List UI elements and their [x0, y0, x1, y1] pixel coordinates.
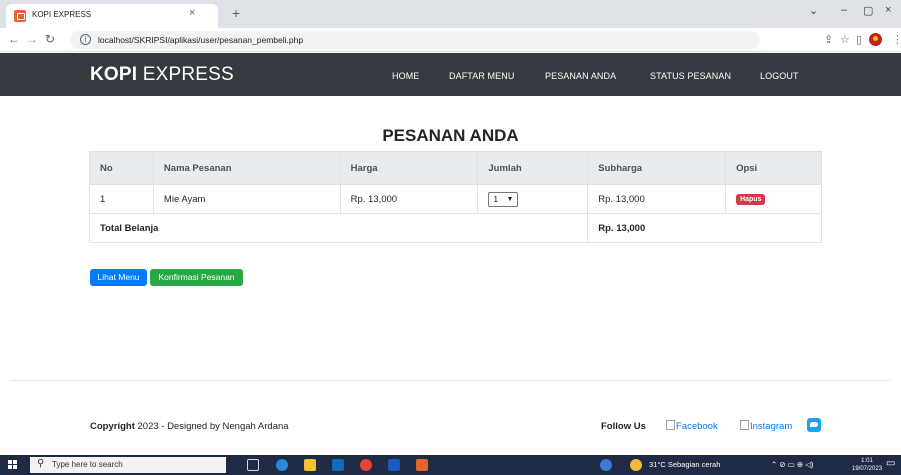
file-explorer-icon[interactable]: [304, 459, 316, 471]
orders-table: No Nama Pesanan Harga Jumlah Subharga Op…: [88, 151, 822, 243]
kebab-menu-icon[interactable]: ⋮: [892, 33, 901, 46]
broken-image-icon: [666, 420, 675, 430]
window-close-icon[interactable]: ×: [885, 4, 891, 16]
cell-harga: Rp. 13,000: [339, 184, 479, 214]
facebook-alt: Facebook: [676, 421, 718, 432]
profile-avatar-icon[interactable]: [869, 33, 882, 46]
tab-close-icon[interactable]: ×: [189, 7, 195, 19]
maximize-icon[interactable]: ▢: [863, 4, 873, 17]
taskbar-search-placeholder: Type here to search: [52, 460, 123, 469]
cell-no: 1: [89, 184, 154, 214]
weather-icon[interactable]: [630, 459, 642, 471]
url-field[interactable]: i localhost/SKRIPSI/aplikasi/user/pesana…: [70, 31, 760, 49]
clock-time: 1:01: [861, 458, 873, 464]
brand-logo[interactable]: KOPI EXPRESS: [90, 64, 234, 86]
notification-icon[interactable]: ▭: [886, 458, 895, 469]
browser-tab-strip: KOPI EXPRESS × + ⌄ – ▢ ×: [0, 0, 901, 28]
instagram-alt: Instagram: [750, 421, 793, 432]
nav-pesanan-anda[interactable]: PESANAN ANDA: [545, 71, 616, 81]
mail-icon[interactable]: [332, 459, 344, 471]
cell-nama: Mie Ayam: [152, 184, 341, 214]
copyright-text: Copyright 2023 - Designed by Nengah Arda…: [90, 421, 289, 432]
word-icon[interactable]: [388, 459, 400, 471]
table-header-row: No Nama Pesanan Harga Jumlah Subharga Op…: [89, 151, 822, 185]
back-arrow-icon[interactable]: ←: [8, 32, 20, 46]
cell-opsi: Hapus: [725, 184, 822, 214]
footer-divider: [10, 380, 891, 381]
minimize-icon[interactable]: –: [841, 4, 847, 16]
quantity-value: 1: [493, 193, 499, 204]
col-header-no: No: [89, 151, 154, 185]
follow-us-label: Follow Us: [601, 421, 646, 432]
quantity-select[interactable]: 1 ▼: [488, 191, 519, 207]
bookmark-star-icon[interactable]: ☆: [840, 33, 850, 46]
chrome-icon[interactable]: [360, 459, 372, 471]
brand-rest: EXPRESS: [137, 64, 234, 85]
windows-taskbar: ⚲ Type here to search 31°C Sebagian cera…: [0, 455, 901, 475]
task-view-icon[interactable]: [247, 459, 259, 471]
site-navbar: KOPI EXPRESS HOME DAFTAR MENU PESANAN AN…: [0, 53, 901, 96]
col-header-opsi: Opsi: [725, 151, 822, 185]
total-label: Total Belanja: [88, 213, 589, 243]
chevron-down-icon: ▼: [506, 195, 514, 203]
url-text[interactable]: localhost/SKRIPSI/aplikasi/user/pesanan_…: [98, 35, 303, 45]
forward-arrow-icon[interactable]: →: [26, 32, 38, 46]
taskbar-clock[interactable]: 1:01 19/07/2023: [852, 457, 882, 473]
table-row: 1 Mie Ayam Rp. 13,000 1 ▼ Rp. 13,000 Hapu…: [89, 184, 822, 214]
cell-subharga: Rp. 13,000: [587, 184, 727, 214]
system-tray-icons[interactable]: ⌃ ⊘ ▭ ⊕ ◁): [771, 460, 814, 469]
col-header-jumlah: Jumlah: [477, 151, 589, 185]
clock-date: 19/07/2023: [852, 466, 883, 472]
copyright-bold: Copyright: [90, 421, 135, 432]
new-tab-icon[interactable]: +: [232, 5, 240, 21]
taskbar-search-input[interactable]: ⚲ Type here to search: [30, 457, 226, 473]
brand-bold: KOPI: [90, 64, 138, 85]
side-panel-icon[interactable]: ▯: [856, 33, 862, 46]
xampp-icon[interactable]: [416, 459, 428, 471]
address-bar: ← → ↻ i localhost/SKRIPSI/aplikasi/user/…: [0, 28, 901, 52]
col-header-harga: Harga: [339, 151, 479, 185]
total-value: Rp. 13,000: [587, 213, 822, 243]
delete-button[interactable]: Hapus: [736, 194, 766, 205]
help-icon[interactable]: [600, 459, 612, 471]
info-icon[interactable]: i: [80, 34, 91, 45]
nav-home[interactable]: HOME: [392, 71, 419, 81]
col-header-subharga: Subharga: [587, 151, 727, 185]
weather-text[interactable]: 31°C Sebagian cerah: [649, 460, 720, 469]
copyright-rest: 2023 - Designed by Nengah Ardana: [134, 421, 289, 432]
total-row: Total Belanja Rp. 13,000: [88, 213, 822, 243]
nav-logout[interactable]: LOGOUT: [760, 71, 799, 81]
confirm-order-button[interactable]: Konfirmasi Pesanan: [150, 269, 243, 286]
twitter-icon[interactable]: [807, 418, 821, 432]
col-header-nama: Nama Pesanan: [152, 151, 341, 185]
share-icon[interactable]: ⇪: [824, 33, 833, 46]
page-title: PESANAN ANDA: [382, 126, 519, 145]
instagram-link[interactable]: Instagram: [740, 420, 792, 432]
cell-jumlah: 1 ▼: [477, 184, 589, 214]
view-menu-button[interactable]: Lihat Menu: [90, 269, 147, 286]
tab-search-icon[interactable]: ⌄: [809, 4, 818, 17]
nav-daftar-menu[interactable]: DAFTAR MENU: [449, 71, 514, 81]
tab-title: KOPI EXPRESS: [32, 10, 92, 19]
windows-start-icon[interactable]: [8, 460, 18, 470]
edge-browser-icon[interactable]: [276, 459, 288, 471]
reload-icon[interactable]: ↻: [45, 32, 55, 46]
facebook-link[interactable]: Facebook: [666, 420, 718, 432]
search-icon: ⚲: [37, 458, 45, 469]
broken-image-icon: [740, 420, 749, 430]
site-favicon-icon: [14, 10, 26, 22]
nav-status-pesanan[interactable]: STATUS PESANAN: [650, 71, 731, 81]
browser-tab[interactable]: KOPI EXPRESS ×: [6, 4, 218, 28]
